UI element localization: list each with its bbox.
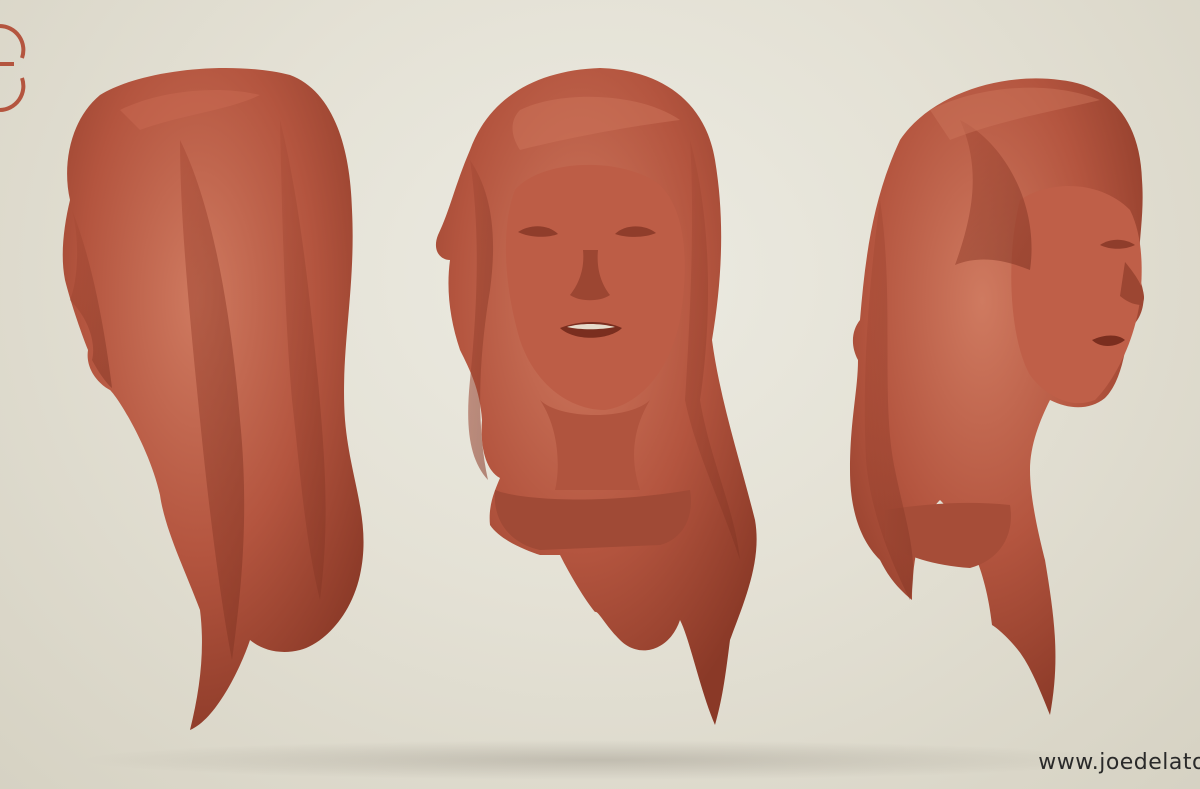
sculpt-view-profile-left <box>62 67 364 731</box>
sculpt-view-three-quarter <box>850 78 1145 716</box>
sculpt-render <box>62 67 1145 780</box>
watermark-url: www.joedelato <box>1038 750 1200 775</box>
render-canvas: www.joedelato <box>0 0 1200 789</box>
sculpt-view-front <box>435 68 757 725</box>
